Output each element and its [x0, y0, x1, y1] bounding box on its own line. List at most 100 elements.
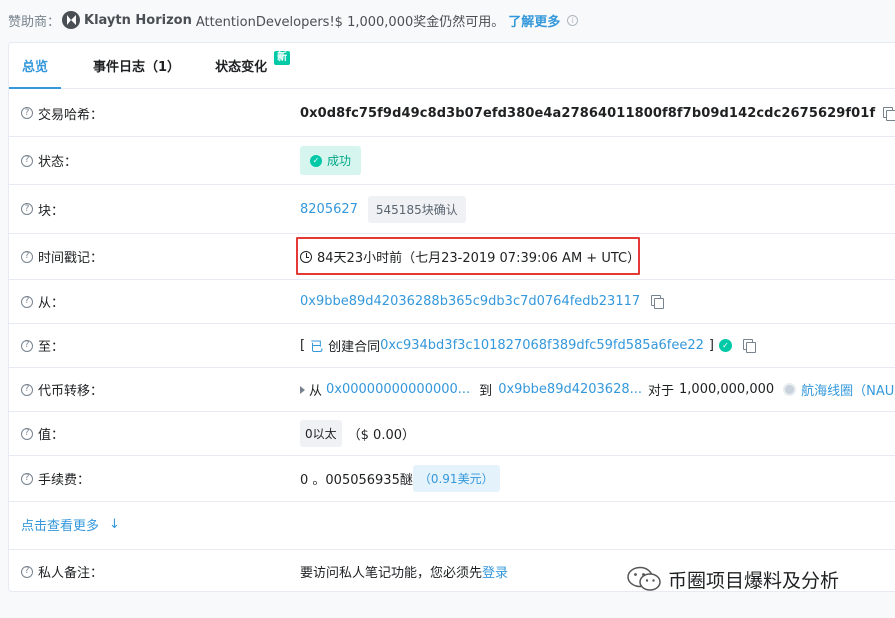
- sponsor-bar: 赞助商： Klaytn Horizon AttentionDevelopers!…: [8, 9, 579, 31]
- tab-bar: 总览 事件日志（1） 状态变化 新: [9, 43, 895, 89]
- help-icon[interactable]: ?: [21, 107, 33, 119]
- tab-overview[interactable]: 总览: [9, 42, 62, 89]
- fee-usd-badge: （0.91美元）: [412, 465, 500, 492]
- block-number-link[interactable]: 8205627: [300, 202, 358, 217]
- from-label-group: ? 从：: [21, 292, 64, 311]
- token-icon: [783, 383, 797, 396]
- tx-hash-row: ? 交易哈希： 0x0d8fc75f9d49c8d3b07efd380e4a27…: [9, 90, 895, 137]
- fee-row: ? 手续费： 0 。005056935醚 （0.91美元）: [9, 456, 895, 502]
- from-label: 从：: [38, 296, 65, 311]
- help-icon[interactable]: ?: [21, 203, 33, 215]
- confirmations-badge: 545185块确认: [367, 195, 466, 223]
- sponsor-message: AttentionDevelopers!$ 1,000,000奖金仍然可用。: [195, 14, 505, 30]
- to-row: ? 至： [ 已 创建合同 0xc934bd3f3c101827068f389d…: [9, 324, 895, 368]
- sponsor-label: 赞助商：: [8, 14, 61, 30]
- fee-label: 手续费：: [38, 473, 91, 488]
- transaction-card: 总览 事件日志（1） 状态变化 新 ? 交易哈希： 0x0d8fc75f9d49…: [8, 42, 895, 592]
- private-note-value-group: 要访问私人笔记功能，您必须先 登录: [300, 562, 508, 581]
- status-badge: ✓ 成功: [300, 146, 362, 175]
- to-label: 至：: [38, 340, 65, 355]
- status-label-group: ? 状态：: [21, 151, 77, 170]
- sponsor-brand[interactable]: Klaytn Horizon: [84, 13, 192, 28]
- to-bracket-open: [: [300, 338, 306, 353]
- value-value-group: 0以太 （$ 0.00）: [300, 420, 415, 447]
- fee-value: 0 。005056935醚: [300, 473, 413, 488]
- help-icon[interactable]: ?: [21, 427, 33, 440]
- new-badge: 新: [274, 51, 291, 65]
- help-icon[interactable]: ?: [21, 339, 33, 352]
- copy-icon[interactable]: [743, 339, 756, 353]
- transfer-to-label: 到: [479, 384, 493, 399]
- from-row: ? 从： 0x9bbe89d42036288b365c9db3c7d0764fe…: [9, 280, 895, 324]
- private-note-text: 要访问私人笔记功能，您必须先: [300, 566, 483, 581]
- block-label-group: ? 块：: [21, 200, 64, 219]
- status-text: 成功: [327, 154, 352, 168]
- to-label-group: ? 至：: [21, 336, 64, 355]
- value-usd: （$ 0.00）: [347, 428, 415, 443]
- value-badge: 0以太: [300, 420, 342, 447]
- block-value-group: 8205627 545185块确认: [300, 195, 466, 223]
- klaytn-logo-icon: [62, 11, 81, 29]
- status-value-group: ✓ 成功: [300, 146, 362, 175]
- fee-label-group: ? 手续费：: [21, 469, 90, 488]
- caret-right-icon[interactable]: [300, 385, 305, 394]
- token-transfer-row: ? 代币转移： 从 0x00000000000000... 到 0x9bbe89…: [9, 368, 895, 412]
- token-transfer-value-group: 从 0x00000000000000... 到 0x9bbe89d4203628…: [300, 380, 895, 399]
- from-address-link[interactable]: 0x9bbe89d42036288b365c9db3c7d0764fedb231…: [300, 294, 640, 309]
- transfer-to-link[interactable]: 0x9bbe89d4203628...: [498, 382, 642, 397]
- tab-state-changes[interactable]: 状态变化 新: [202, 42, 291, 88]
- token-transfer-label-group: ? 代币转移：: [21, 380, 103, 399]
- fee-value-group: 0 。005056935醚 （0.91美元）: [300, 465, 500, 492]
- timestamp-label: 时间戳记：: [38, 251, 104, 266]
- highlight-box: [296, 237, 640, 275]
- to-value-group: [ 已 创建合同 0xc934bd3f3c101827068f389dfc59f…: [300, 336, 756, 355]
- private-note-label: 私人备注：: [38, 566, 104, 581]
- tx-hash-label: 交易哈希：: [38, 107, 104, 123]
- block-label: 块：: [38, 203, 65, 219]
- help-icon[interactable]: ?: [21, 250, 33, 263]
- help-icon[interactable]: ?: [21, 154, 33, 167]
- verified-check-icon: ✓: [719, 339, 732, 352]
- watermark: 币圈项目爆料及分析: [626, 565, 839, 593]
- help-icon[interactable]: ?: [21, 472, 33, 485]
- tab-state-changes-label: 状态变化: [215, 59, 268, 75]
- contract-address-link[interactable]: 0xc934bd3f3c101827068f389dfc59fd585a6fee…: [380, 338, 704, 353]
- to-prefix: 已: [310, 340, 324, 355]
- transfer-amount: 1,000,000,000: [679, 382, 775, 397]
- tab-event-logs-label: 事件日志（1）: [93, 59, 181, 75]
- tx-hash-value-group: 0x0d8fc75f9d49c8d3b07efd380e4a2786401180…: [300, 106, 895, 121]
- show-more-label: 点击查看更多: [21, 519, 100, 534]
- info-icon[interactable]: i: [567, 14, 579, 26]
- transfer-for-label: 对于: [648, 384, 675, 399]
- from-value-group: 0x9bbe89d42036288b365c9db3c7d0764fedb231…: [300, 294, 665, 309]
- transfer-from-link[interactable]: 0x00000000000000...: [326, 382, 470, 397]
- watermark-text: 币圈项目爆料及分析: [668, 569, 840, 592]
- block-row: ? 块： 8205627 545185块确认: [9, 185, 895, 234]
- value-label: 值：: [38, 428, 65, 443]
- arrow-down-icon: ↓: [109, 517, 120, 532]
- to-created: 创建合同: [328, 340, 381, 355]
- status-label: 状态：: [38, 155, 78, 170]
- value-label-group: ? 值：: [21, 424, 64, 443]
- learn-more-link[interactable]: 了解更多: [508, 11, 560, 30]
- value-row: ? 值： 0以太 （$ 0.00）: [9, 412, 895, 456]
- show-more-link[interactable]: 点击查看更多 ↓: [21, 515, 120, 534]
- timestamp-label-group: ? 时间戳记：: [21, 247, 103, 266]
- wechat-icon: [626, 565, 664, 593]
- help-icon[interactable]: ?: [21, 565, 33, 578]
- check-circle-icon: ✓: [310, 154, 322, 167]
- token-transfer-label: 代币转移：: [38, 384, 104, 399]
- private-note-label-group: ? 私人备注：: [21, 562, 103, 581]
- help-icon[interactable]: ?: [21, 295, 33, 308]
- tx-hash-value: 0x0d8fc75f9d49c8d3b07efd380e4a2786401180…: [300, 105, 876, 121]
- status-row: ? 状态： ✓ 成功: [9, 137, 895, 185]
- tab-overview-label: 总览: [22, 59, 49, 75]
- help-icon[interactable]: ?: [21, 383, 33, 396]
- login-link[interactable]: 登录: [482, 562, 508, 581]
- copy-icon[interactable]: [651, 295, 665, 309]
- tx-hash-label-group: ? 交易哈希：: [21, 104, 103, 123]
- token-link[interactable]: 航海线圈（NAUC）: [801, 380, 895, 399]
- tab-event-logs[interactable]: 事件日志（1）: [80, 42, 193, 88]
- to-bracket-close: ]: [708, 338, 714, 353]
- copy-icon[interactable]: [883, 106, 895, 121]
